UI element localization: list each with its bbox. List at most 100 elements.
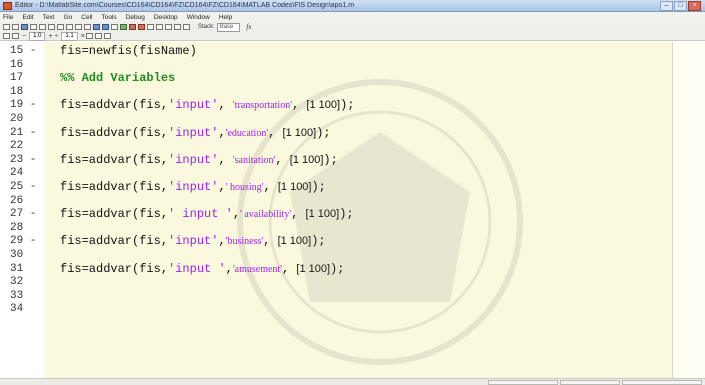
line-number: 33 [10,289,24,302]
code-line[interactable]: 31 fis=addvar(fis,'input ','amusement', [… [0,262,705,276]
multiply-button[interactable]: × [81,33,85,40]
menu-help[interactable]: Help [219,14,232,21]
set-breakpoint-icon[interactable] [129,24,136,30]
clear-breakpoints-icon[interactable] [138,24,145,30]
code-line[interactable]: 18 [0,86,705,99]
minimize-icon[interactable]: – [660,0,673,11]
menu-debug[interactable]: Debug [126,14,145,21]
range-vector: [1 100] [306,99,341,112]
code-line[interactable]: 16 [0,59,705,72]
copy-icon[interactable] [39,24,46,30]
cut-icon[interactable] [30,24,37,30]
code-line[interactable]: 20 [0,113,705,126]
code-line[interactable]: 24 [0,167,705,180]
code-fragment: , [218,234,226,249]
undo-icon[interactable] [57,24,64,30]
cell-value-2[interactable]: 1.1 [61,31,78,41]
line-number: 30 [10,249,24,261]
code-line[interactable]: 32 [0,276,705,289]
range-vector: [1 100] [289,153,324,166]
find-icon[interactable] [84,24,91,30]
code-line[interactable]: 25 - fis=addvar(fis,'input',' housing', [… [0,181,705,194]
divide-button[interactable]: ÷ [55,33,59,40]
save-icon[interactable] [21,24,28,30]
menu-go[interactable]: Go [64,14,73,21]
code-line[interactable]: 27 - fis=addvar(fis,' input ',' availabil… [0,208,705,221]
code-line[interactable]: 17 %% Add Variables [0,72,705,85]
code-fragment: , [291,207,306,222]
code-line[interactable]: 15 - fis=newfis(fisName) [0,45,705,58]
code-fragment: , [268,125,283,140]
cell-eval-icon[interactable] [3,33,10,39]
code-fragment: , [263,180,278,194]
maximize-icon[interactable]: □ [674,0,687,11]
code-line[interactable]: 22 [0,140,705,153]
code-editor[interactable]: 15 - fis=newfis(fisName) 16 17 %% Add Variab… [0,42,705,378]
code-text[interactable]: %% Add Variables [60,72,175,85]
line-number: 22 [10,140,24,153]
variable-name-string: ' availability' [240,209,292,221]
code-fragment: , [218,98,233,113]
cell-mode-icon[interactable] [103,33,111,39]
open-file-icon[interactable] [12,24,19,30]
menu-file[interactable]: File [3,14,13,21]
string-literal: 'input' [168,234,219,249]
menu-cell[interactable]: Cell [81,14,92,21]
exit-debug-icon[interactable] [183,24,190,30]
function-browser-icon[interactable] [111,24,118,30]
stack-label: Stack: [198,24,215,30]
code-text[interactable]: fis=addvar(fis,'input', 'transportation'… [60,99,354,112]
redo-icon[interactable] [66,24,73,30]
code-fragment: , [218,125,226,140]
increment-button-1[interactable]: + [48,33,52,40]
menu-tools[interactable]: Tools [101,14,116,21]
step-icon[interactable] [147,24,154,30]
code-line[interactable]: 23 - fis=addvar(fis,'input', 'sanitation'… [0,152,705,167]
code-line[interactable]: 21 - fis=addvar(fis,'input','education', … [0,125,705,140]
menu-window[interactable]: Window [187,14,210,21]
paste-icon[interactable] [48,24,55,30]
string-literal: 'input' [168,152,219,167]
variable-name-string: 'education' [225,127,269,139]
go-forward-icon[interactable] [102,24,109,30]
code-line[interactable]: 29 - fis=addvar(fis,'input','business', [… [0,235,705,248]
code-line[interactable]: 28 [0,222,705,235]
cell-toggle-icon-2[interactable] [94,33,102,39]
code-line[interactable]: 33 [0,290,705,303]
stack-select[interactable]: Base [216,22,241,32]
code-text[interactable]: fis=addvar(fis,'input','business', [1 10… [60,235,326,248]
run-icon[interactable] [120,24,127,30]
editor-toolbar: Stack: Base fx [0,22,705,32]
line-number: 15 - [10,45,37,57]
cell-toggle-icon-1[interactable] [85,33,93,39]
cell-value-1[interactable]: 1.0 [29,31,46,41]
menu-desktop[interactable]: Desktop [154,14,178,21]
continue-icon[interactable] [174,24,181,30]
string-literal: ' input ' [168,207,233,222]
code-fragment: ); [311,234,326,249]
code-line[interactable]: 19 - fis=addvar(fis,'input', 'transportat… [0,99,705,112]
step-out-icon[interactable] [165,24,172,30]
step-in-icon[interactable] [156,24,163,30]
code-text[interactable]: fis=addvar(fis,'input',' housing', [1 10… [60,181,326,194]
decrement-button-1[interactable]: − [22,33,26,40]
cell-advance-icon[interactable] [12,33,19,39]
code-text[interactable]: fis=addvar(fis,'input','education', [1 1… [60,125,331,140]
code-line[interactable]: 30 [0,249,705,262]
code-text[interactable]: fis=addvar(fis,'input ','amusement', [1 … [60,262,344,276]
code-text[interactable]: fis=addvar(fis,'input', 'sanitation', [1… [60,152,338,167]
go-back-icon[interactable] [93,24,100,30]
menu-text[interactable]: Text [43,14,55,21]
new-file-icon[interactable] [3,24,10,30]
print-icon[interactable] [75,24,82,30]
line-number: 17 [10,72,24,85]
code-line[interactable]: 26 [0,195,705,208]
function-icon[interactable]: fx [246,23,251,31]
code-text[interactable]: fis=newfis(fisName) [60,45,197,58]
line-number: 28 [10,221,24,234]
line-number: 34 [10,303,24,316]
menu-edit[interactable]: Edit [22,14,33,21]
close-icon[interactable]: × [688,0,701,11]
code-line[interactable]: 34 [0,303,705,316]
code-text[interactable]: fis=addvar(fis,' input ',' availability'… [60,208,354,221]
